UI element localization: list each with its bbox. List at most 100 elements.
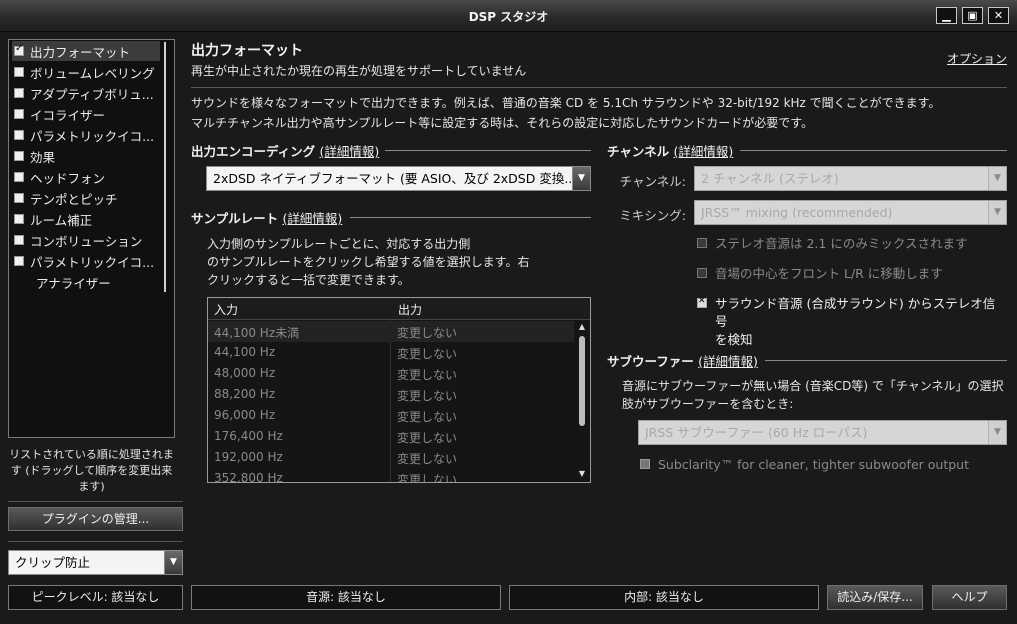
sidebar-item[interactable]: アダプティブボリュ...	[12, 83, 160, 103]
center-to-front-checkbox[interactable]: 音場の中心をフロント L/R に移動します	[697, 265, 943, 283]
chevron-down-icon[interactable]: ▼	[988, 201, 1006, 224]
mixing-select[interactable]: JRSS™ mixing (recommended) ▼	[694, 200, 1007, 225]
plugin-enable-checkbox[interactable]	[14, 193, 24, 203]
encoding-detail-link[interactable]: (詳細情報)	[320, 144, 380, 159]
plugin-enable-checkbox[interactable]	[14, 130, 24, 140]
input-rate-cell: 44,100 Hz未満	[214, 326, 300, 340]
plugin-enable-checkbox[interactable]	[14, 151, 24, 161]
sidebar-item[interactable]: パラメトリックイコ...	[12, 251, 160, 271]
load-save-button[interactable]: 読込み/保存...	[827, 585, 923, 610]
scroll-down-icon[interactable]: ▼	[577, 468, 587, 480]
table-row[interactable]: 352,800 Hz 変更しない	[208, 468, 574, 482]
output-encoding-select[interactable]: 2xDSD ネイティブフォーマット (要 ASIO、及び 2xDSD 変換...…	[206, 166, 591, 191]
plugin-enable-checkbox[interactable]	[14, 88, 24, 98]
internal-status: 内部: 該当なし	[509, 585, 819, 610]
sidebar-item-label: アナライザー	[36, 275, 111, 291]
plugin-enable-checkbox[interactable]	[14, 43, 24, 56]
checkbox-box[interactable]	[640, 459, 650, 469]
subwoofer-text-line-2: 肢がサブウーファーを含むとき:	[622, 397, 794, 411]
plugin-enable-checkbox[interactable]	[14, 214, 24, 224]
maximize-button[interactable]: ▣	[962, 7, 983, 24]
clip-protection-select[interactable]: クリップ防止 ▼	[8, 550, 183, 575]
column-header-output[interactable]: 出力	[398, 301, 422, 318]
chevron-down-icon[interactable]: ▼	[164, 551, 182, 574]
channel-select[interactable]: 2 チャンネル (ステレオ) ▼	[694, 166, 1007, 191]
output-rate-cell[interactable]: 変更しない	[397, 324, 457, 341]
output-rate-cell[interactable]: 変更しない	[397, 471, 457, 482]
left-divider-2	[8, 541, 183, 542]
detect-surround-checkbox[interactable]: サラウンド音源 (合成サラウンド) からステレオ信号 を検知	[697, 295, 1007, 349]
table-row[interactable]: 48,000 Hz 変更しない	[208, 363, 574, 384]
stereo-to-21-checkbox[interactable]: ステレオ音源は 2.1 にのみミックスされます	[697, 235, 967, 253]
input-rate-cell: 88,200 Hz	[214, 387, 276, 401]
subwoofer-select[interactable]: JRSS サブウーファー (60 Hz ローパス) ▼	[638, 420, 1007, 445]
sidebar-item[interactable]: ルーム補正	[12, 209, 160, 229]
output-rate-cell[interactable]: 変更しない	[397, 429, 457, 446]
chevron-down-icon[interactable]: ▼	[988, 421, 1006, 444]
sidebar-item[interactable]: 効果	[12, 146, 160, 166]
list-scroll-track[interactable]	[164, 42, 166, 292]
samplerate-detail-link[interactable]: (詳細情報)	[283, 211, 343, 226]
checkbox-box[interactable]	[697, 238, 707, 248]
chevron-down-icon[interactable]: ▼	[572, 167, 590, 190]
samplerate-table[interactable]: 入力 出力 44,100 Hz未満 変更しない 44,100 Hz 変更しない 48,0…	[207, 297, 591, 483]
options-link[interactable]: オプション	[947, 50, 1007, 67]
output-rate-cell[interactable]: 変更しない	[397, 408, 457, 425]
close-button[interactable]: ✕	[988, 7, 1009, 24]
window-title: DSP スタジオ	[468, 10, 549, 24]
table-row[interactable]: 96,000 Hz 変更しない	[208, 405, 574, 426]
clip-protection-value: クリップ防止	[15, 555, 91, 570]
mixing-value: JRSS™ mixing (recommended)	[701, 205, 893, 220]
help-button[interactable]: ヘルプ	[932, 585, 1007, 610]
output-rate-cell[interactable]: 変更しない	[397, 387, 457, 404]
sidebar-item-label: コンボリューション	[30, 233, 143, 249]
manage-plugins-button[interactable]: プラグインの管理...	[8, 507, 183, 531]
plugin-enable-checkbox[interactable]	[14, 67, 24, 77]
sidebar-item-label: テンポとピッチ	[30, 191, 118, 207]
chevron-down-icon[interactable]: ▼	[988, 167, 1006, 190]
subwoofer-detail-link[interactable]: (詳細情報)	[698, 354, 758, 369]
sidebar-item[interactable]: コンボリューション	[12, 230, 160, 250]
title-bar: DSP スタジオ ▁ ▣ ✕	[0, 0, 1017, 32]
plugin-enable-checkbox[interactable]	[14, 256, 24, 266]
sidebar-item[interactable]: パラメトリックイコ...	[12, 125, 160, 145]
table-row[interactable]: 44,100 Hz未満 変更しない	[208, 321, 574, 342]
sidebar-item[interactable]: ヘッドフォン	[12, 167, 160, 187]
minimize-button[interactable]: ▁	[936, 7, 957, 24]
subclarity-label: Subclarity™ for cleaner, tighter subwoof…	[658, 457, 969, 472]
channel-detail-link[interactable]: (詳細情報)	[674, 144, 734, 159]
plugin-enable-checkbox[interactable]	[14, 109, 24, 119]
column-header-input[interactable]: 入力	[214, 301, 238, 318]
checkbox-box[interactable]	[697, 268, 707, 278]
sidebar-item[interactable]: アナライザー	[12, 272, 160, 292]
plugin-list[interactable]: 出力フォーマットボリュームレベリングアダプティブボリュ... イコライザーパラメト…	[8, 39, 175, 438]
sidebar-item[interactable]: 出力フォーマット	[12, 41, 160, 61]
subwoofer-section-heading: サブウーファー (詳細情報)	[607, 351, 758, 370]
sidebar-item[interactable]: テンポとピッチ	[12, 188, 160, 208]
table-row[interactable]: 88,200 Hz 変更しない	[208, 384, 574, 405]
output-rate-cell[interactable]: 変更しない	[397, 366, 457, 383]
sidebar-item-label: ヘッドフォン	[30, 170, 106, 186]
subclarity-checkbox[interactable]: Subclarity™ for cleaner, tighter subwoof…	[640, 456, 969, 474]
channel-label: チャンネル:	[619, 174, 686, 189]
scroll-up-icon[interactable]: ▲	[577, 321, 587, 333]
table-row[interactable]: 192,000 Hz 変更しない	[208, 447, 574, 468]
output-rate-cell[interactable]: 変更しない	[397, 450, 457, 467]
instructions-line-1: 入力側のサンプルレートごとに、対応する出力側	[207, 237, 471, 251]
sidebar-item-label: アダプティブボリュ...	[30, 86, 154, 102]
output-rate-cell[interactable]: 変更しない	[397, 345, 457, 362]
sidebar-item[interactable]: イコライザー	[12, 104, 160, 124]
table-scrollbar[interactable]: ▲ ▼	[575, 320, 589, 482]
subwoofer-heading-label: サブウーファー	[607, 354, 694, 369]
checkbox-box[interactable]	[697, 296, 707, 308]
sidebar-item[interactable]: ボリュームレベリング	[12, 62, 160, 82]
scroll-thumb[interactable]	[579, 336, 585, 426]
table-row[interactable]: 44,100 Hz 変更しない	[208, 342, 574, 363]
plugin-enable-checkbox[interactable]	[14, 235, 24, 245]
samplerate-section-heading: サンプルレート (詳細情報)	[191, 208, 342, 227]
channel-heading-label: チャンネル	[607, 144, 670, 159]
instructions-line-2: のサンプルレートをクリックし希望する値を選択します。右	[207, 255, 530, 269]
table-row[interactable]: 176,400 Hz 変更しない	[208, 426, 574, 447]
subwoofer-section-line	[765, 360, 1007, 361]
plugin-enable-checkbox[interactable]	[14, 172, 24, 182]
